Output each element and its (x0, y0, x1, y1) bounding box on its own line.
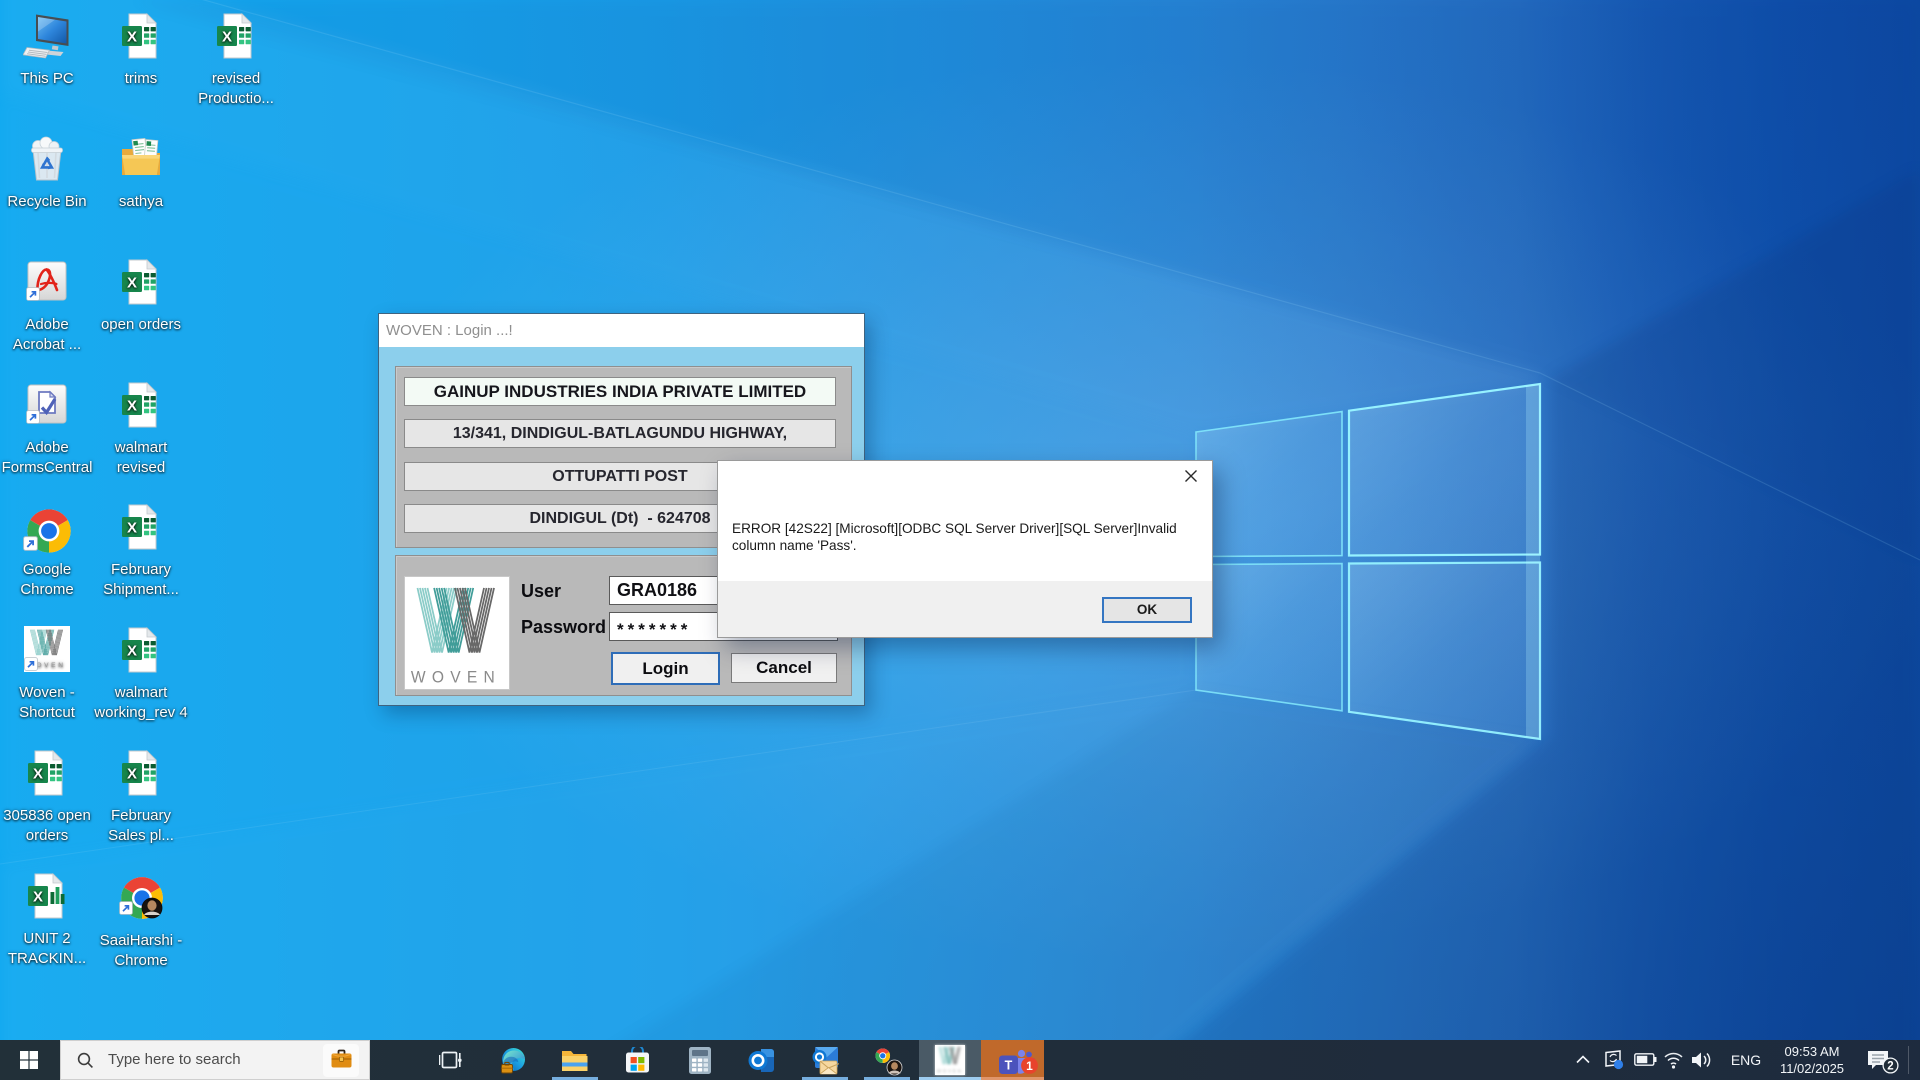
svg-text:1: 1 (1026, 1059, 1033, 1073)
svg-text:2: 2 (1887, 1061, 1893, 1073)
svg-text:T: T (1005, 1059, 1013, 1073)
